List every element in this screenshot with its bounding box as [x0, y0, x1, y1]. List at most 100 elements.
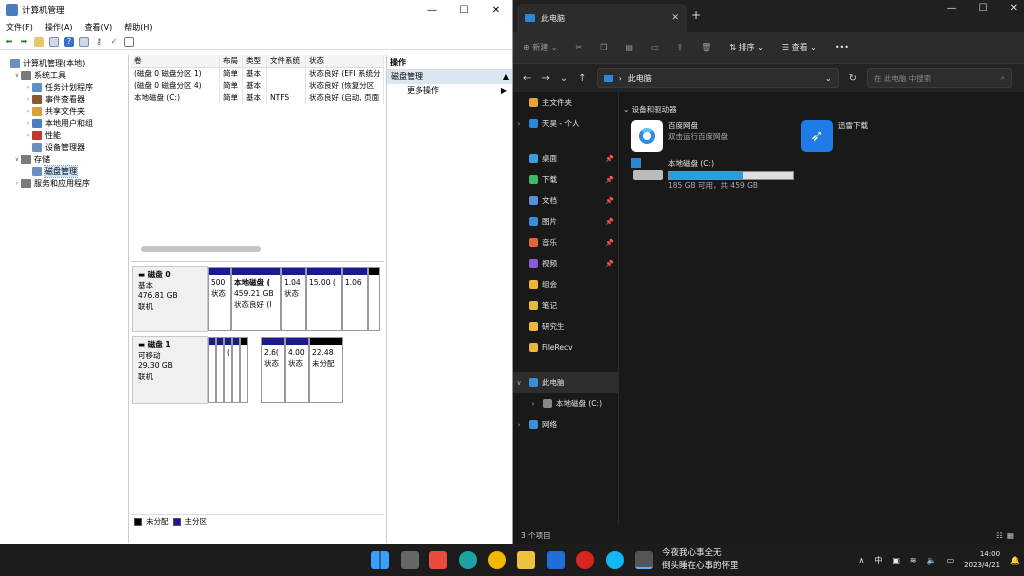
tree-item[interactable]: › 事件查看器	[0, 93, 128, 105]
path-box[interactable]: › 此电脑 ⌄	[596, 68, 839, 88]
properties-icon[interactable]	[79, 36, 89, 47]
chrome-icon[interactable]	[488, 551, 506, 569]
more-actions[interactable]: 更多操作 ▶	[387, 84, 512, 98]
collapse-icon[interactable]: ▲	[503, 70, 509, 84]
volume-row[interactable]: (磁盘 0 磁盘分区 4) 简单 基本 状态良好 (恢复分区	[131, 80, 384, 92]
volume-row[interactable]: 本地磁盘 (C:) 简单 基本 NTFS 状态良好 (启动, 页面	[131, 92, 384, 104]
partition-block[interactable]: (	[224, 337, 232, 403]
new-button[interactable]: ⊕ 新建 ⌄	[523, 42, 558, 53]
path-dropdown-icon[interactable]: ⌄	[825, 74, 832, 83]
tree-item[interactable]: › 本地用户和组	[0, 117, 128, 129]
partition-block[interactable]: 2.6(状态	[261, 337, 285, 403]
actions-disk-management[interactable]: 磁盘管理 ▲	[387, 70, 512, 84]
minimize-button[interactable]: —	[416, 5, 448, 16]
copy-icon[interactable]: ❐	[600, 43, 607, 52]
nav-item[interactable]: ∨ 此电脑	[513, 372, 618, 393]
disk-0-info[interactable]: ▬ 磁盘 0 基本 476.81 GB 联机	[132, 266, 208, 332]
sort-button[interactable]: ⇅ 排序 ⌄	[729, 42, 764, 53]
tree-expander-icon[interactable]: ∨	[13, 72, 21, 79]
partition-block[interactable]	[232, 337, 240, 403]
close-button[interactable]: ✕	[1010, 3, 1018, 14]
cut-icon[interactable]: ✂	[576, 43, 583, 52]
partition-block[interactable]	[368, 267, 380, 331]
nav-item[interactable]: 桌面 📌	[513, 148, 618, 169]
connect-icon[interactable]: ⚷	[94, 37, 104, 47]
notification-icon[interactable]: 🔔	[1010, 556, 1020, 565]
computer-management-taskbar-icon[interactable]	[635, 551, 653, 569]
up-icon[interactable]: ↑	[578, 73, 586, 84]
pin-icon[interactable]: 📌	[605, 197, 614, 205]
back-icon[interactable]: ⬅	[4, 37, 14, 47]
file-explorer-icon[interactable]	[517, 551, 535, 569]
partition-block[interactable]: 15.00 (	[306, 267, 342, 331]
nav-item[interactable]: 研究生	[513, 316, 618, 337]
console-icon[interactable]	[124, 36, 134, 47]
forward-icon[interactable]: →	[541, 73, 549, 84]
pin-icon[interactable]: 📌	[605, 155, 614, 163]
new-tab-button[interactable]: +	[691, 8, 701, 22]
lyrics-widget[interactable]: 今夜我心事全无 倒头睡在心事的怀里	[662, 547, 739, 573]
nav-item[interactable]: FileRecv	[513, 337, 618, 358]
close-tab-icon[interactable]: ✕	[671, 13, 679, 23]
nav-item[interactable]: › 本地磁盘 (C:)	[513, 393, 618, 414]
edge-icon[interactable]	[459, 551, 477, 569]
ime-indicator[interactable]: 中	[874, 555, 882, 566]
nav-item[interactable]: 音乐 📌	[513, 232, 618, 253]
tree-item[interactable]: 磁盘管理	[0, 164, 128, 178]
start-icon[interactable]	[371, 551, 389, 569]
partition-block[interactable]	[216, 337, 224, 403]
tree-item[interactable]: › 共享文件夹	[0, 105, 128, 117]
tree-expander-icon[interactable]: ›	[24, 132, 32, 139]
back-icon[interactable]: ←	[523, 73, 531, 84]
partition-block[interactable]: 500 状态	[208, 267, 231, 331]
pin-icon[interactable]: 📌	[605, 218, 614, 226]
check-icon[interactable]: ✓	[109, 37, 119, 47]
show-tree-icon[interactable]	[49, 36, 59, 47]
menu-action[interactable]: 操作(A)	[45, 22, 73, 33]
wifi-icon[interactable]: ≋	[910, 556, 917, 565]
paste-icon[interactable]: ▤	[625, 43, 633, 52]
maximize-button[interactable]: ☐	[448, 5, 480, 16]
col-status[interactable]: 状态	[306, 55, 384, 67]
partition-block[interactable]: 本地磁盘 (459.21 GB 状态良好 (I	[231, 267, 281, 331]
tab-this-pc[interactable]: 此电脑 ✕	[517, 4, 687, 32]
tree-item[interactable]: › 性能	[0, 129, 128, 141]
nav-item[interactable]: 图片 📌	[513, 211, 618, 232]
search-input[interactable]: 在 此电脑 中搜索 ⌕	[866, 68, 1012, 88]
screenshot-icon[interactable]: ▣	[892, 556, 900, 565]
volume-icon[interactable]: 🔈	[927, 556, 937, 565]
up-folder-icon[interactable]	[34, 36, 44, 47]
nav-item[interactable]: › 天昊 - 个人	[513, 113, 618, 134]
minimize-button[interactable]: —	[947, 3, 957, 14]
rename-icon[interactable]: ▭	[651, 43, 659, 52]
partition-block[interactable]: 22.48 未分配	[309, 337, 343, 403]
path-segment[interactable]: 此电脑	[628, 73, 652, 84]
horizontal-scrollbar[interactable]	[141, 246, 261, 252]
partition-block[interactable]: 4.00 状态	[285, 337, 309, 403]
nav-item[interactable]: › 网络	[513, 414, 618, 435]
nav-item[interactable]: 组会	[513, 274, 618, 295]
tree-expander-icon[interactable]: ›	[24, 120, 32, 127]
more-options-icon[interactable]: •••	[835, 43, 849, 52]
view-button[interactable]: ☰ 查看 ⌄	[782, 42, 817, 53]
disk-1-info[interactable]: ▬ 磁盘 1 可移动 29.30 GB 联机	[132, 336, 208, 404]
tree-expander-icon[interactable]: ›	[24, 108, 32, 115]
tree-item[interactable]: ∨ 系统工具	[0, 69, 128, 81]
col-layout[interactable]: 布局	[220, 55, 243, 67]
partition-block[interactable]	[240, 337, 248, 403]
tree-item[interactable]: 计算机管理(本地)	[0, 57, 128, 69]
col-filesystem[interactable]: 文件系统	[267, 55, 306, 67]
help-icon[interactable]: ?	[64, 36, 74, 47]
nav-item[interactable]: 笔记	[513, 295, 618, 316]
xunlei-item[interactable]: ➶ 迅雷下载	[801, 120, 868, 152]
nav-expander-icon[interactable]: ›	[527, 400, 539, 408]
partition-block[interactable]: 1.04 状态	[281, 267, 306, 331]
netease-music-icon[interactable]	[576, 551, 594, 569]
tree-expander-icon[interactable]: ∨	[13, 156, 21, 163]
tray-overflow-icon[interactable]: ∧	[858, 556, 864, 565]
menu-help[interactable]: 帮助(H)	[124, 22, 152, 33]
maximize-button[interactable]: ☐	[979, 3, 988, 14]
store-icon[interactable]	[429, 551, 447, 569]
qq-icon[interactable]	[606, 551, 624, 569]
close-button[interactable]: ✕	[480, 5, 512, 16]
